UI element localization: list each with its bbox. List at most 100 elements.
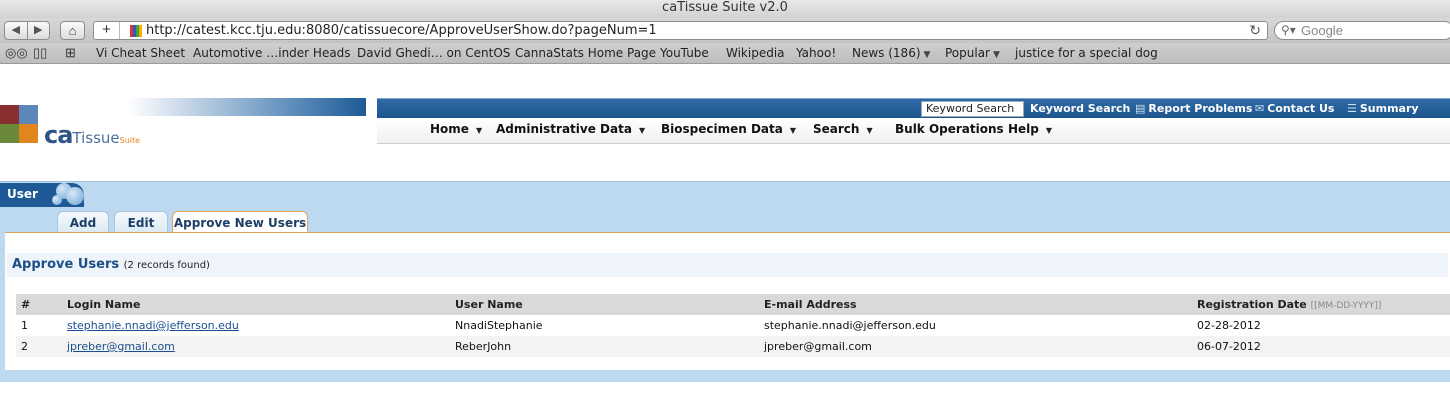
report-problems-label: Report Problems [1148, 102, 1253, 115]
search-placeholder: Google [1301, 23, 1343, 38]
site-favicon-icon [130, 25, 142, 37]
bookmark-folder-label: News (186) [852, 46, 921, 60]
chevron-down-icon: ▼ [923, 50, 931, 60]
logo-tissue: Tissue [72, 129, 120, 147]
bookmark-item[interactable]: Automotive …inder Heads [193, 46, 351, 61]
bookmark-item[interactable]: David Ghedi… on CentOS [357, 46, 510, 61]
login-name-link[interactable]: stephanie.nnadi@jefferson.edu [67, 319, 239, 332]
url-text[interactable]: http://catest.kcc.tju.edu:8080/catissuec… [146, 22, 657, 39]
user-name-cell: NnadiStephanie [455, 319, 543, 332]
bookmark-item[interactable]: justice for a special dog [1015, 46, 1158, 61]
bookmark-folder[interactable]: News (186) ▼ [852, 46, 930, 63]
menu-bulk-operations[interactable]: Bulk Operations [895, 121, 1004, 137]
forward-arrow-icon[interactable]: ▶ [28, 22, 50, 39]
address-bar[interactable]: + http://catest.kcc.tju.edu:8080/catissu… [93, 21, 1268, 40]
approve-users-panel: Approve Users (2 records found) # Login … [5, 232, 1450, 370]
document-icon: ▤ [1135, 102, 1146, 115]
logo-ca: ca [44, 121, 73, 149]
book-icon[interactable]: ▯▯ [33, 45, 47, 61]
contact-us-label: Contact Us [1267, 102, 1335, 115]
panel-title: Approve Users (2 records found) [12, 257, 210, 272]
menu-home-label: Home [430, 122, 469, 136]
column-header-registration-date[interactable]: Registration Date [[MM-DD-YYYY]] [1192, 294, 1450, 315]
registration-date-cell: 06-07-2012 [1192, 336, 1450, 357]
chevron-down-icon: ▼ [789, 126, 797, 135]
logo-suite: Suite [119, 136, 141, 145]
add-bookmark-icon[interactable]: + [94, 22, 120, 39]
keyword-search-link[interactable]: Keyword Search [1030, 101, 1130, 117]
login-name-link[interactable]: jpreber@gmail.com [67, 340, 175, 353]
bookmark-item[interactable]: Wikipedia [726, 46, 785, 61]
summary-label: Summary [1359, 102, 1419, 115]
tab-approve-new-users[interactable]: Approve New Users [172, 211, 308, 234]
column-header-email-address[interactable]: E-mail Address [759, 294, 1192, 315]
logo-tiles-icon [0, 105, 40, 145]
row-number: 1 [21, 319, 28, 332]
panel-title-text: Approve Users [12, 257, 120, 272]
back-forward-buttons[interactable]: ◀ ▶ [4, 21, 50, 40]
email-cell: jpreber@gmail.com [759, 336, 1192, 357]
bookmark-item[interactable]: CannaStats Home Page [515, 46, 656, 61]
users-table: # Login Name User Name E-mail Address Re… [16, 294, 1450, 357]
app-logo[interactable]: caTissueSuite [0, 98, 366, 158]
back-arrow-icon[interactable]: ◀ [5, 22, 28, 39]
column-header-number: # [16, 294, 62, 315]
chevron-down-icon: ▼ [1045, 126, 1053, 135]
chevron-down-icon: ▼ [638, 126, 646, 135]
column-header-user-name[interactable]: User Name [450, 294, 759, 315]
registration-date-cell: 02-28-2012 [1197, 319, 1261, 332]
bubble-icon [52, 195, 62, 205]
mail-icon: ✉ [1255, 102, 1265, 115]
login-name-cell: stephanie.nnadi@jefferson.edu [62, 315, 450, 336]
reload-icon[interactable]: ↻ [1249, 22, 1261, 39]
window-title: caTissue Suite v2.0 [0, 0, 1450, 18]
menu-biospecimen-data-label: Biospecimen Data [661, 122, 783, 136]
home-icon[interactable]: ⌂ [60, 21, 85, 40]
menu-administrative-data-label: Administrative Data [496, 122, 632, 136]
bookmark-folder-label: Popular [945, 46, 990, 60]
keyword-search-input[interactable]: Keyword Search [921, 101, 1024, 117]
contact-us-link[interactable]: ✉ Contact Us [1255, 101, 1334, 117]
logo-wordmark: caTissueSuite [44, 121, 140, 149]
login-name-cell: jpreber@gmail.com [62, 336, 450, 357]
main-menu-bar: Home ▼ Administrative Data ▼ Biospecimen D… [377, 118, 1450, 144]
bookmarks-bar: ◎◎ ▯▯ ⊞ Vi Cheat Sheet Automotive …inder… [0, 43, 1450, 64]
logo-header-bar [0, 98, 366, 116]
table-row: 1 stephanie.nnadi@jefferson.edu NnadiSte… [16, 315, 1450, 336]
summary-link[interactable]: ☰ Summary [1347, 101, 1419, 117]
utility-bar: Keyword Search Keyword Search ▤ Report Pr… [377, 98, 1450, 118]
bookmark-item[interactable]: Vi Cheat Sheet [96, 46, 185, 61]
panel-header: Approve Users (2 records found) [7, 253, 1448, 277]
column-header-login-name[interactable]: Login Name [62, 294, 450, 315]
menu-home[interactable]: Home ▼ [430, 121, 482, 139]
menu-help[interactable]: Help ▼ [1008, 121, 1052, 139]
chevron-down-icon: ▼ [993, 50, 1000, 60]
reading-glasses-icon[interactable]: ◎◎ [5, 45, 28, 61]
email-cell: stephanie.nnadi@jefferson.edu [764, 319, 936, 332]
date-format-hint: [[MM-DD-YYYY]] [1310, 301, 1382, 311]
user-name-cell: ReberJohn [450, 336, 759, 357]
bubble-icon [66, 187, 84, 205]
section-label-text: User [7, 187, 38, 201]
menu-biospecimen-data[interactable]: Biospecimen Data ▼ [661, 121, 796, 139]
menu-search[interactable]: Search ▼ [813, 121, 873, 139]
tab-edit[interactable]: Edit [114, 211, 168, 233]
app-navigation: Keyword Search Keyword Search ▤ Report Pr… [377, 98, 1450, 146]
registration-date-label: Registration Date [1197, 298, 1307, 311]
menu-help-label: Help [1008, 122, 1039, 136]
table-header-row: # Login Name User Name E-mail Address Re… [16, 294, 1450, 315]
bookmark-item[interactable]: Yahoo! [796, 46, 836, 61]
menu-administrative-data[interactable]: Administrative Data ▼ [496, 121, 645, 139]
chevron-down-icon: ▼ [475, 126, 483, 135]
bookmark-folder[interactable]: Popular ▼ [945, 46, 1000, 63]
record-count: (2 records found) [123, 260, 210, 271]
browser-search-input[interactable]: ⚲▾ Google [1274, 21, 1450, 40]
browser-toolbar: ◀ ▶ ⌂ + http://catest.kcc.tju.edu:8080/c… [0, 18, 1450, 43]
grid-icon[interactable]: ⊞ [65, 45, 76, 61]
search-icon: ⚲▾ [1281, 23, 1296, 37]
list-icon: ☰ [1347, 102, 1357, 115]
row-number: 2 [16, 336, 62, 357]
bookmark-item[interactable]: YouTube [660, 46, 709, 61]
report-problems-link[interactable]: ▤ Report Problems [1135, 101, 1252, 117]
tab-add[interactable]: Add [57, 211, 109, 233]
